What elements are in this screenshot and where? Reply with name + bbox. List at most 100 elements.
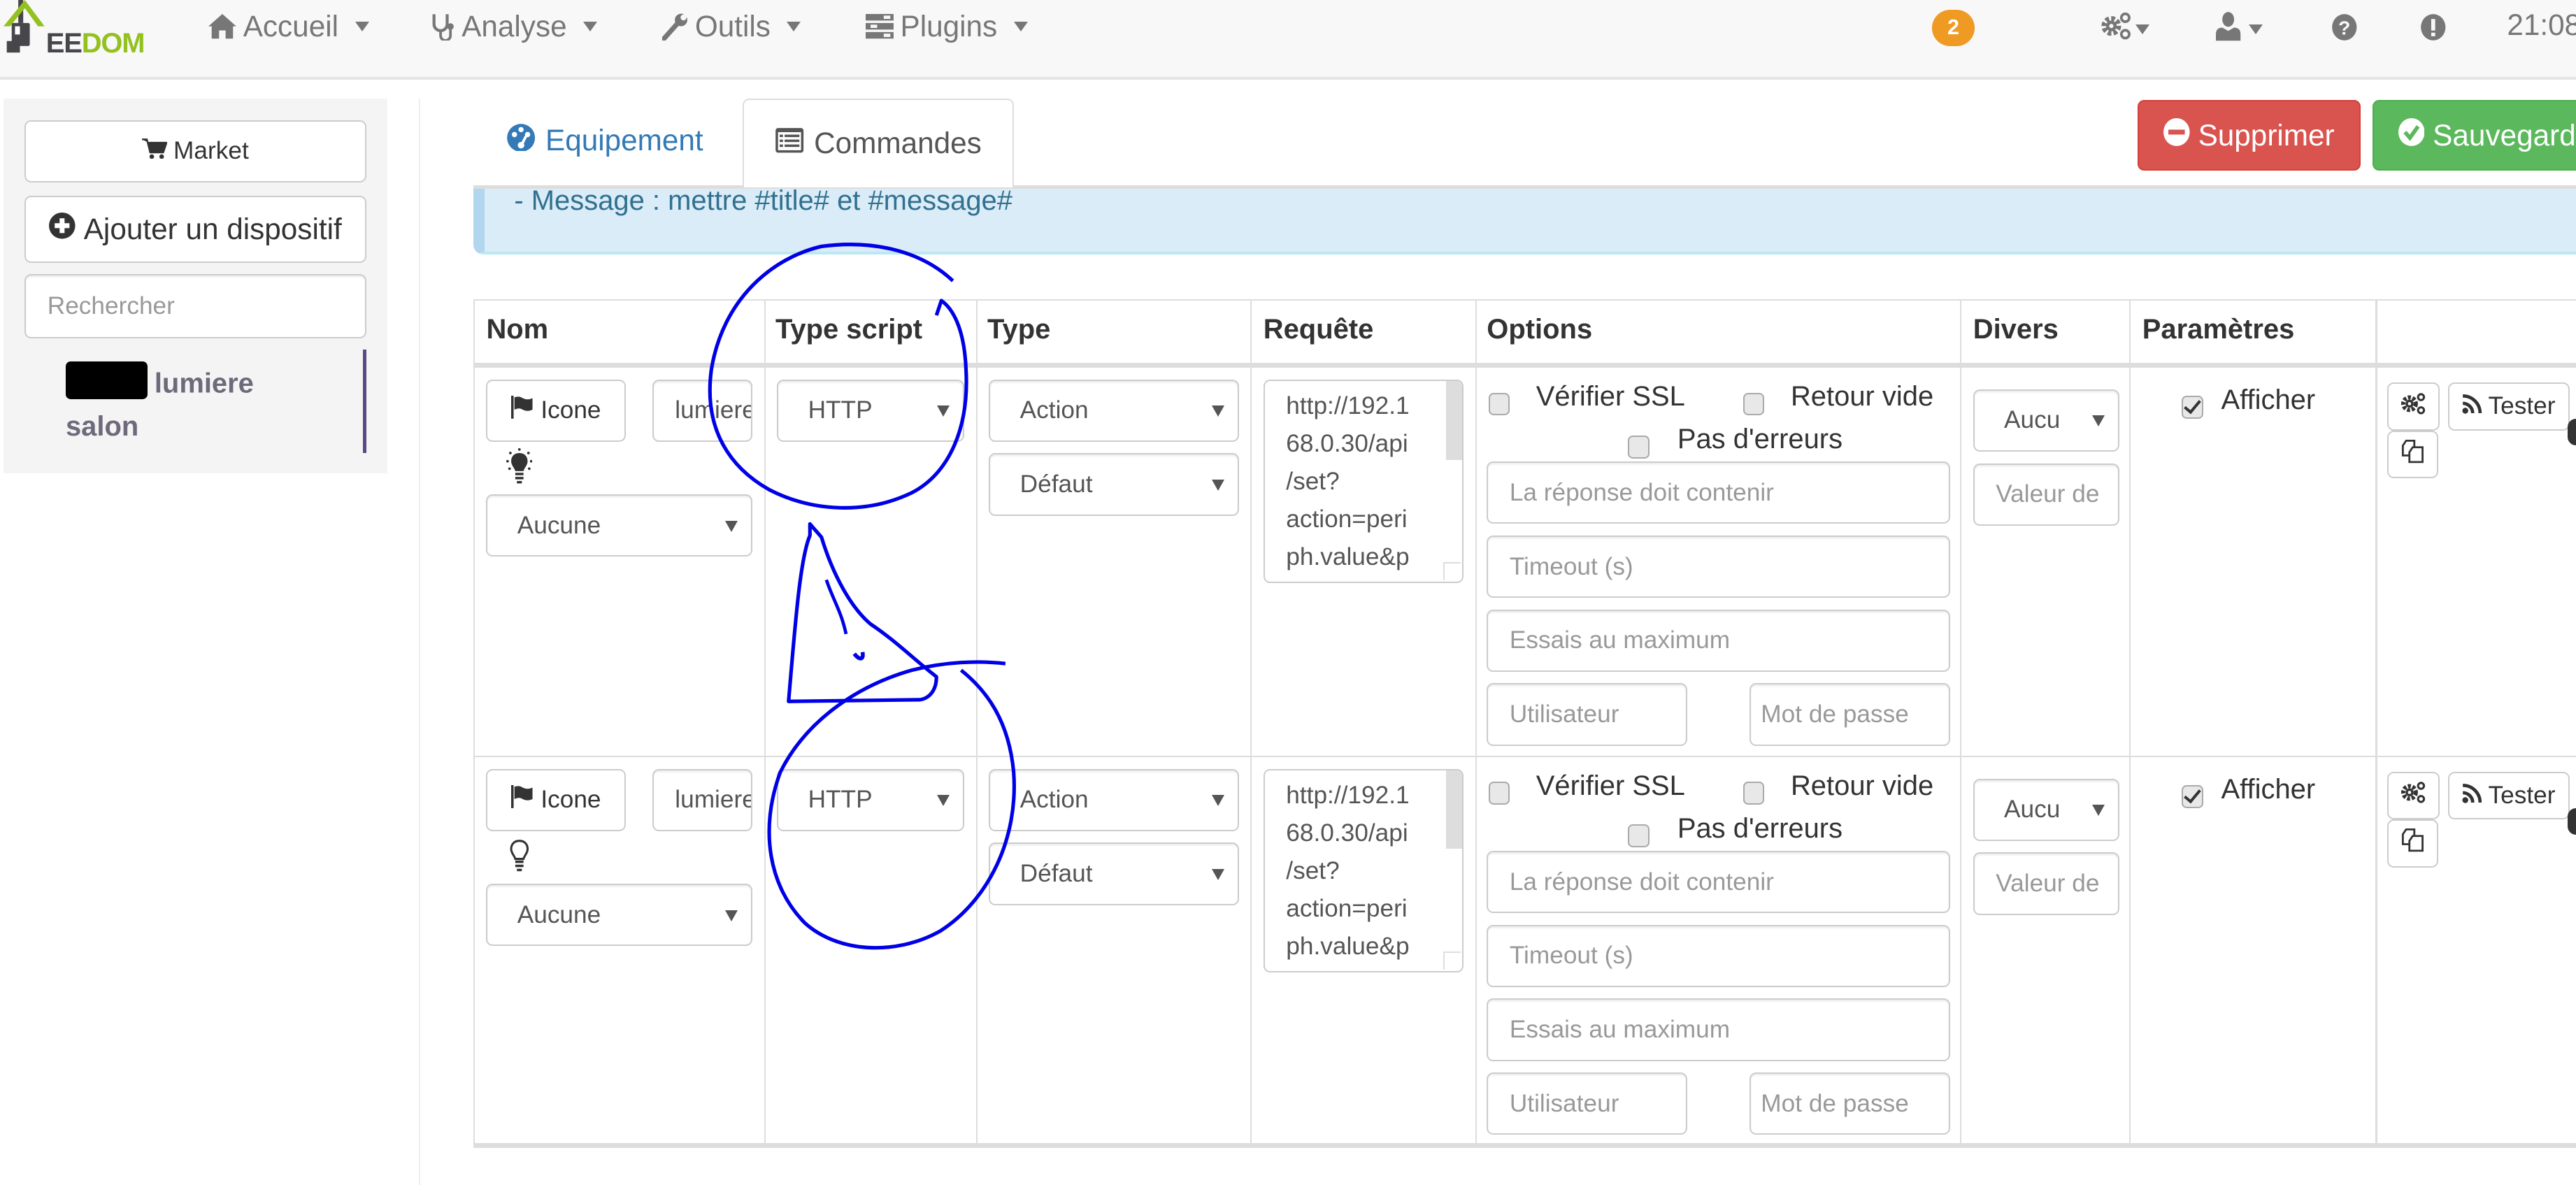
script-type-select[interactable]: HTTP bbox=[777, 768, 965, 831]
search-input[interactable]: Rechercher bbox=[24, 274, 366, 338]
type-text: Action bbox=[1019, 786, 1089, 814]
tab-commandes[interactable]: Commandes bbox=[742, 98, 1014, 187]
subtype-select[interactable]: Défaut bbox=[989, 453, 1239, 516]
command-name-input[interactable]: lumiere bbox=[652, 768, 753, 831]
resize-handle-icon[interactable] bbox=[1443, 951, 1461, 970]
choose-icon-button[interactable]: Icone bbox=[486, 379, 627, 442]
col-border bbox=[473, 299, 475, 1147]
select-arrow-icon bbox=[1211, 795, 1224, 806]
no-errors-checkbox[interactable] bbox=[1628, 435, 1650, 459]
resize-handle-icon[interactable] bbox=[1443, 562, 1461, 580]
textarea-scrollbar[interactable] bbox=[1445, 380, 1463, 460]
col-border bbox=[2375, 299, 2377, 1147]
display-label: Afficher bbox=[2221, 773, 2316, 805]
script-type-select[interactable]: HTTP bbox=[777, 379, 965, 442]
request-text-line: /set? bbox=[1286, 857, 1340, 885]
nav-menu-plugins[interactable]: Plugins bbox=[866, 10, 1028, 43]
request-text-line: ph.value&p bbox=[1286, 933, 1410, 961]
stethoscope-icon bbox=[431, 13, 455, 41]
rss-icon bbox=[2462, 392, 2482, 420]
username-input[interactable]: Utilisateur bbox=[1487, 683, 1687, 746]
remove-command-icon[interactable] bbox=[2568, 419, 2576, 445]
divers-value-input[interactable]: Valeur de bbox=[1973, 463, 2119, 526]
display-checkbox[interactable] bbox=[2182, 785, 2203, 808]
jeedom-page: EEDOM Accueil Analyse Outils Plugins 2 ?… bbox=[0, 0, 2576, 1185]
max-tries-input[interactable]: Essais au maximum bbox=[1487, 609, 1950, 672]
header-nom: Nom bbox=[486, 313, 549, 345]
request-textarea[interactable]: http://192.1 68.0.30/api/set? action=peri p… bbox=[1263, 768, 1464, 972]
no-errors-checkbox[interactable] bbox=[1628, 824, 1650, 848]
test-button[interactable]: Tester bbox=[2447, 772, 2570, 820]
select-arrow-icon bbox=[2092, 415, 2105, 426]
value-select[interactable]: Aucune bbox=[486, 884, 753, 947]
nav-menu-label: Outils bbox=[694, 10, 771, 43]
notification-badge[interactable]: 2 bbox=[1932, 10, 1975, 46]
textarea-scrollbar[interactable] bbox=[1445, 770, 1463, 849]
timeout-input[interactable]: Timeout (s) bbox=[1487, 535, 1950, 598]
placeholder: La réponse doit contenir bbox=[1509, 868, 1774, 896]
nav-menu-accueil[interactable]: Accueil bbox=[208, 10, 369, 43]
password-input[interactable]: Mot de passe bbox=[1749, 683, 1950, 746]
table-border-bottom bbox=[473, 1143, 2576, 1149]
copy-icon bbox=[2401, 828, 2424, 859]
response-contains-input[interactable]: La réponse doit contenir bbox=[1487, 461, 1950, 524]
divers-select[interactable]: Aucu bbox=[1973, 389, 2119, 452]
timeout-input[interactable]: Timeout (s) bbox=[1487, 924, 1950, 988]
select-arrow-icon bbox=[1211, 480, 1224, 491]
help-button[interactable]: ? bbox=[2331, 13, 2358, 48]
duplicate-button[interactable] bbox=[2387, 430, 2438, 478]
verify-ssl-checkbox[interactable] bbox=[1488, 392, 1510, 416]
command-name-value: lumiere bbox=[675, 396, 753, 424]
command-name-input[interactable]: lumiere bbox=[652, 379, 753, 442]
subtype-select[interactable]: Défaut bbox=[989, 842, 1239, 905]
no-errors-label: Pas d'erreurs bbox=[1677, 813, 1843, 844]
username-input[interactable]: Utilisateur bbox=[1487, 1072, 1687, 1135]
empty-return-checkbox[interactable] bbox=[1743, 392, 1765, 416]
no-errors-label: Pas d'erreurs bbox=[1677, 424, 1843, 455]
remove-command-icon[interactable] bbox=[2568, 807, 2576, 835]
col-border bbox=[1475, 299, 1477, 1147]
select-arrow-icon bbox=[1211, 405, 1224, 417]
nav-menu-analyse[interactable]: Analyse bbox=[431, 10, 598, 43]
delete-button[interactable]: Supprimer bbox=[2137, 100, 2361, 171]
divers-select[interactable]: Aucu bbox=[1973, 778, 2119, 841]
header-parametres: Paramètres bbox=[2142, 313, 2295, 345]
test-button[interactable]: Tester bbox=[2447, 382, 2570, 431]
equipment-list-item[interactable]: lumiere salon bbox=[65, 361, 312, 448]
table-header-border bbox=[473, 363, 2576, 368]
request-textarea[interactable]: http://192.1 68.0.30/api/set? action=peri p… bbox=[1263, 379, 1464, 584]
market-label: Market bbox=[173, 137, 249, 165]
password-input[interactable]: Mot de passe bbox=[1749, 1072, 1950, 1135]
advanced-config-button[interactable] bbox=[2387, 772, 2440, 820]
type-select[interactable]: Action bbox=[989, 768, 1239, 831]
annotation-circle-row-1 bbox=[708, 243, 968, 510]
max-tries-input[interactable]: Essais au maximum bbox=[1487, 998, 1950, 1061]
divers-value-input[interactable]: Valeur de bbox=[1973, 852, 2119, 915]
advanced-config-button[interactable] bbox=[2387, 382, 2440, 431]
jeedom-logo[interactable]: EEDOM bbox=[3, 0, 151, 66]
tab-equipement[interactable]: Equipement bbox=[506, 123, 703, 158]
type-select[interactable]: Action bbox=[989, 379, 1239, 442]
col-border bbox=[1959, 299, 1962, 1147]
sidebar-divider bbox=[419, 98, 421, 1185]
user-menu[interactable] bbox=[2216, 11, 2263, 47]
placeholder: Utilisateur bbox=[1509, 701, 1619, 728]
market-button[interactable]: Market bbox=[24, 120, 366, 182]
response-contains-input[interactable]: La réponse doit contenir bbox=[1487, 851, 1950, 914]
duplicate-button[interactable] bbox=[2387, 819, 2438, 868]
verify-ssl-checkbox[interactable] bbox=[1488, 782, 1510, 805]
add-device-button[interactable]: Ajouter un dispositif bbox=[24, 195, 366, 263]
logo-text-green: DOM bbox=[81, 27, 145, 59]
choose-icon-button[interactable]: Icone bbox=[486, 768, 627, 831]
script-type-text: HTTP bbox=[808, 786, 873, 814]
question-icon: ? bbox=[2331, 13, 2358, 47]
display-checkbox[interactable] bbox=[2182, 396, 2203, 419]
value-select[interactable]: Aucune bbox=[486, 494, 753, 557]
request-text-line: action=peri bbox=[1286, 895, 1408, 923]
save-button[interactable]: Sauvegarder bbox=[2372, 100, 2576, 171]
settings-menu[interactable] bbox=[2100, 11, 2150, 47]
empty-return-checkbox[interactable] bbox=[1743, 782, 1765, 805]
subtype-text: Défaut bbox=[1019, 471, 1093, 498]
alerts-button[interactable] bbox=[2420, 13, 2447, 48]
nav-menu-outils[interactable]: Outils bbox=[661, 10, 801, 43]
